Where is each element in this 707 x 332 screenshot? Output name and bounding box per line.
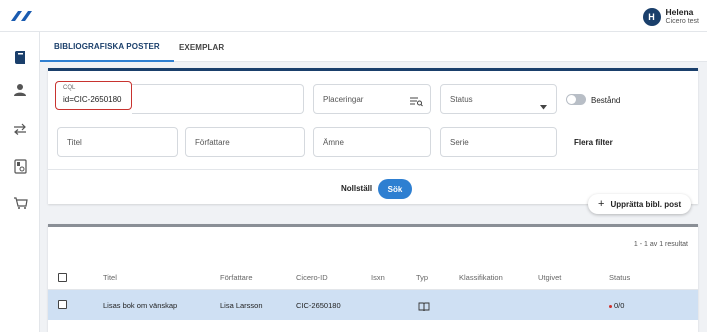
cql-label: CQL bbox=[63, 85, 76, 91]
sidebar bbox=[0, 32, 40, 332]
col-klassifikation[interactable]: Klassifikation bbox=[459, 273, 503, 282]
col-status[interactable]: Status bbox=[609, 273, 630, 282]
col-forfattare[interactable]: Författare bbox=[220, 273, 253, 282]
col-isxn[interactable]: Isxn bbox=[371, 273, 385, 282]
tab-bar: BIBLIOGRAFISKA POSTER EXEMPLAR bbox=[40, 32, 707, 62]
bestand-toggle[interactable] bbox=[566, 94, 586, 105]
col-cicero-id[interactable]: Cicero-ID bbox=[296, 273, 328, 282]
book-icon[interactable] bbox=[11, 49, 29, 67]
cql-field-extension[interactable] bbox=[132, 84, 304, 114]
cell-titel[interactable]: Lisas bok om vänskap bbox=[103, 301, 177, 310]
search-panel: CQL id=CIC-2650180 Placeringar Status Be… bbox=[48, 68, 698, 204]
status-select[interactable]: Status bbox=[440, 84, 557, 114]
user-subtitle: Cicero test bbox=[665, 18, 699, 25]
transfer-arrows-icon[interactable] bbox=[11, 120, 29, 138]
chevron-down-icon bbox=[540, 97, 547, 115]
create-record-button[interactable]: + Upprätta bibl. post bbox=[588, 194, 691, 214]
cell-forfattare: Lisa Larsson bbox=[220, 301, 263, 310]
user-icon[interactable] bbox=[11, 81, 29, 99]
placeringar-placeholder: Placeringar bbox=[323, 95, 364, 104]
col-utgivet[interactable]: Utgivet bbox=[538, 273, 561, 282]
status-placeholder: Status bbox=[450, 95, 473, 104]
cql-field[interactable]: CQL id=CIC-2650180 bbox=[55, 81, 132, 110]
status-dot bbox=[609, 304, 612, 308]
book-open-icon bbox=[418, 299, 430, 317]
titel-field[interactable]: Titel bbox=[57, 127, 178, 157]
reset-button[interactable]: Nollställ bbox=[341, 184, 372, 193]
cart-icon[interactable] bbox=[11, 194, 29, 212]
amne-field[interactable]: Ämne bbox=[313, 127, 431, 157]
result-count: 1 - 1 av 1 resultat bbox=[633, 241, 688, 248]
results-panel: 1 - 1 av 1 resultat Titel Författare Cic… bbox=[48, 224, 698, 332]
cell-cicero-id: CIC-2650180 bbox=[296, 301, 341, 310]
forfattare-placeholder: Författare bbox=[195, 138, 230, 147]
avatar[interactable]: H bbox=[642, 8, 661, 26]
cql-value: id=CIC-2650180 bbox=[63, 95, 122, 104]
plus-icon: + bbox=[598, 198, 605, 210]
user-menu[interactable]: H Helena Cicero test bbox=[642, 6, 699, 28]
amne-placeholder: Ämne bbox=[323, 138, 344, 147]
bestand-label: Bestånd bbox=[591, 96, 621, 105]
titel-placeholder: Titel bbox=[67, 138, 82, 147]
list-search-icon[interactable] bbox=[410, 94, 423, 112]
more-filters-link[interactable]: Flera filter bbox=[574, 138, 613, 147]
select-all-checkbox[interactable] bbox=[58, 273, 67, 282]
search-button[interactable]: Sök bbox=[378, 179, 412, 199]
user-name: Helena bbox=[665, 7, 694, 17]
tab-bibliografiska-poster[interactable]: BIBLIOGRAFISKA POSTER bbox=[40, 32, 174, 62]
divider bbox=[48, 169, 698, 170]
tab-exemplar[interactable]: EXEMPLAR bbox=[179, 32, 224, 62]
serie-placeholder: Serie bbox=[450, 138, 469, 147]
table-row[interactable]: Lisas bok om vänskap Lisa Larsson CIC-26… bbox=[48, 290, 698, 320]
col-titel[interactable]: Titel bbox=[103, 273, 117, 282]
col-typ[interactable]: Typ bbox=[416, 273, 428, 282]
toggle-knob bbox=[567, 95, 576, 104]
row-checkbox[interactable] bbox=[58, 300, 67, 309]
status-value: 0/0 bbox=[614, 301, 625, 310]
placeringar-select[interactable]: Placeringar bbox=[313, 84, 431, 114]
calendar-icon[interactable] bbox=[11, 157, 29, 175]
main-content: BIBLIOGRAFISKA POSTER EXEMPLAR CQL id=CI… bbox=[40, 32, 707, 332]
cell-status: 0/0 bbox=[609, 301, 624, 310]
serie-field[interactable]: Serie bbox=[440, 127, 557, 157]
create-record-label: Upprätta bibl. post bbox=[610, 199, 682, 209]
top-bar: H Helena Cicero test bbox=[0, 0, 707, 32]
forfattare-field[interactable]: Författare bbox=[185, 127, 305, 157]
table-header: Titel Författare Cicero-ID Isxn Typ Klas… bbox=[48, 265, 698, 290]
cicero-logo-icon[interactable] bbox=[9, 9, 35, 23]
